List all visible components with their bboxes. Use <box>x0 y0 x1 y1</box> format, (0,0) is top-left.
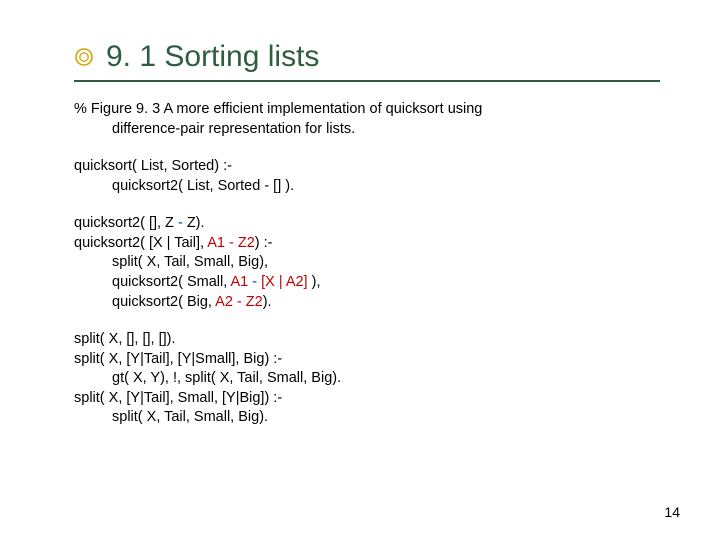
code-text: ) :- <box>255 235 273 251</box>
code-line: split( X, [], [], []). <box>74 330 660 350</box>
code-text: quicksort2( Big, <box>112 294 215 310</box>
code-line: quicksort( List, Sorted) :- <box>74 157 660 177</box>
code-text: ), <box>308 274 321 290</box>
comment-block: % Figure 9. 3 A more efficient implement… <box>74 100 660 139</box>
code-line: quicksort2( List, Sorted - [] ). <box>74 177 660 197</box>
code-line: split( X, Tail, Small, Big), <box>74 253 660 273</box>
code-text: Z). <box>187 215 205 231</box>
quicksort-block: quicksort( List, Sorted) :- quicksort2( … <box>74 157 660 196</box>
circle-bullet-icon <box>74 47 94 67</box>
code-line: quicksort2( [], Z - Z). <box>74 214 660 234</box>
slide-title: 9. 1 Sorting lists <box>106 40 319 74</box>
comment-line: % Figure 9. 3 A more efficient implement… <box>74 100 660 120</box>
slide: 9. 1 Sorting lists % Figure 9. 3 A more … <box>0 0 720 540</box>
code-text: ). <box>263 294 272 310</box>
code-text-red: A1 - Z2 <box>207 235 255 251</box>
code-line: split( X, [Y|Tail], Small, [Y|Big]) :- <box>74 389 660 409</box>
code-line: gt( X, Y), !, split( X, Tail, Small, Big… <box>74 369 660 389</box>
split-block: split( X, [], [], []). split( X, [Y|Tail… <box>74 330 660 428</box>
code-text-blue: - <box>178 215 187 231</box>
title-rule <box>74 80 660 82</box>
code-line: quicksort2( Small, A1 - [X | A2] ), <box>74 273 660 293</box>
code-line: quicksort2( [X | Tail], A1 - Z2) :- <box>74 234 660 254</box>
code-text-blue: - <box>252 274 261 290</box>
code-line: split( X, Tail, Small, Big). <box>74 408 660 428</box>
code-text-red: [X | A2] <box>261 274 308 290</box>
code-text: quicksort2( [X | Tail], <box>74 235 207 251</box>
code-text: quicksort2( Small, <box>112 274 230 290</box>
page-number: 14 <box>664 504 680 520</box>
title-row: 9. 1 Sorting lists <box>74 40 660 74</box>
code-text-red: A2 - Z2 <box>215 294 263 310</box>
code-text: quicksort2( [], Z <box>74 215 178 231</box>
comment-line: difference-pair representation for lists… <box>74 120 660 140</box>
code-line: split( X, [Y|Tail], [Y|Small], Big) :- <box>74 350 660 370</box>
code-text-red: A1 <box>230 274 252 290</box>
code-line: quicksort2( Big, A2 - Z2). <box>74 293 660 313</box>
quicksort2-block: quicksort2( [], Z - Z). quicksort2( [X |… <box>74 214 660 312</box>
